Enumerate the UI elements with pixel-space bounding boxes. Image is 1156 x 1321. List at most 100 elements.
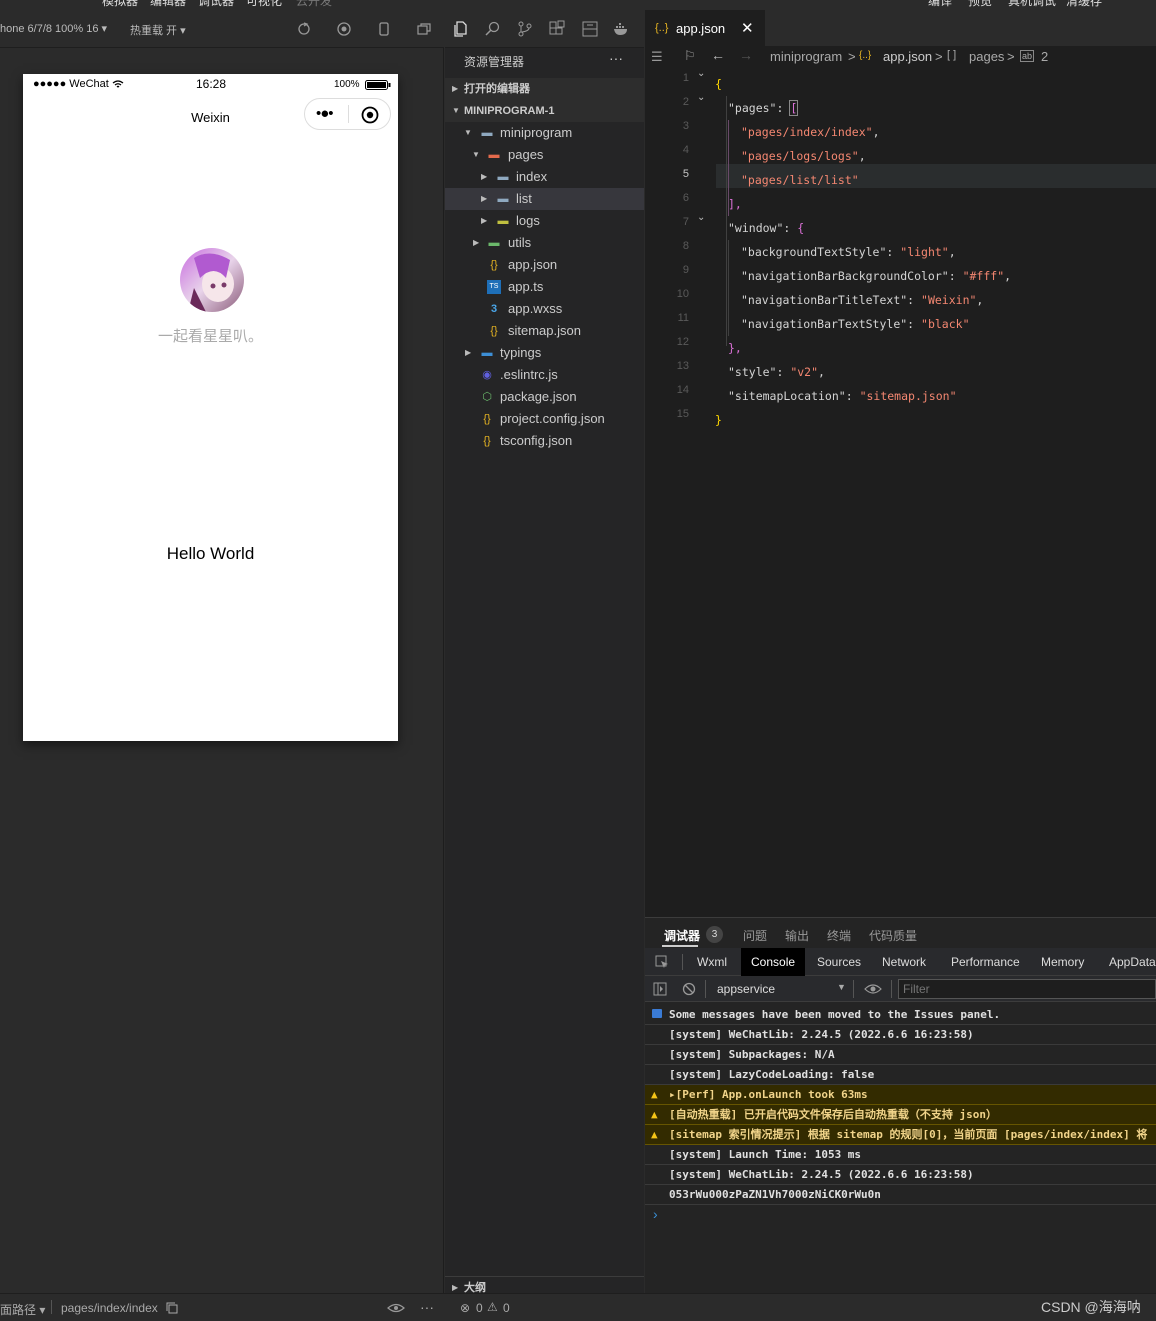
tab-sources[interactable]: Sources — [807, 948, 871, 976]
tab-appdata[interactable]: AppData — [1099, 948, 1156, 976]
tree-item-typings[interactable]: ▶ ▬ typings — [445, 342, 644, 364]
tab-debugger[interactable]: 调试器 — [664, 927, 700, 944]
bookmark-icon[interactable]: ⚐ — [684, 48, 696, 64]
storage-icon[interactable] — [581, 20, 599, 38]
menu-editor[interactable]: 编辑器 — [150, 0, 186, 9]
eye-icon[interactable] — [387, 1303, 405, 1313]
copy-icon[interactable] — [166, 1302, 178, 1314]
tab-app-json[interactable]: {..} app.json ✕ — [645, 10, 765, 46]
tab-code-quality[interactable]: 代码质量 — [869, 927, 917, 944]
line-number: 7 — [682, 216, 689, 228]
tree-item-pages[interactable]: ▼ ▬ pages — [445, 144, 644, 166]
dropdown-arrow-icon[interactable]: ▼ — [837, 982, 846, 992]
tree-item-app-wxss[interactable]: 3 app.wxss — [445, 298, 644, 320]
open-editors-label: 打开的编辑器 — [464, 83, 530, 95]
inspect-icon[interactable] — [655, 955, 669, 969]
menu-cloud[interactable]: 云开发 — [296, 0, 332, 9]
folder-icon: ▬ — [488, 237, 500, 249]
menu-debugger[interactable]: 调试器 — [198, 0, 234, 9]
error-icon[interactable]: ⊗ — [460, 1301, 470, 1315]
hot-reload-toggle[interactable]: 热重载 开 ▾ — [130, 22, 186, 38]
menu-compile[interactable]: 编译 — [928, 0, 952, 9]
source-control-icon[interactable] — [516, 20, 534, 38]
node-icon: ⬡ — [482, 391, 492, 403]
line-number: 10 — [676, 288, 689, 300]
context-select[interactable]: appservice — [717, 982, 775, 996]
simulator-panel: hone 6/7/8 100% 16 ▾ 热重载 开 ▾ ●●●●● WeCha… — [0, 10, 444, 1293]
line-number: 2 — [682, 96, 689, 108]
fold-icon[interactable]: ⌄ — [697, 212, 705, 223]
warning-count[interactable]: 0 — [503, 1301, 510, 1315]
line-number: 1 — [682, 72, 689, 84]
tab-network[interactable]: Network — [872, 948, 936, 976]
list-icon[interactable]: ☰ — [651, 49, 663, 65]
tree-item-logs[interactable]: ▶ ▬ logs — [445, 210, 644, 232]
tree-item-app-json[interactable]: {} app.json — [445, 254, 644, 276]
console-prompt[interactable]: › — [653, 1206, 658, 1222]
tab-output[interactable]: 输出 — [785, 927, 809, 944]
tab-wxml[interactable]: Wxml — [687, 948, 737, 976]
menu-clear-cache[interactable]: 清缓存 — [1066, 0, 1102, 9]
eye-icon[interactable] — [864, 983, 882, 995]
line-number: 15 — [676, 408, 689, 420]
tab-problems[interactable]: 问题 — [743, 927, 767, 944]
menu-preview[interactable]: 预览 — [968, 0, 992, 9]
fold-icon[interactable]: ⌄ — [697, 68, 705, 79]
stop-icon[interactable] — [337, 22, 351, 36]
close-tab-icon[interactable]: ✕ — [741, 19, 754, 37]
line-number: 13 — [676, 360, 689, 372]
line-number: 3 — [682, 120, 689, 132]
project-section[interactable]: ▼ MINIPROGRAM-1 — [445, 100, 644, 122]
tree-item-miniprogram[interactable]: ▼ ▬ miniprogram — [445, 122, 644, 144]
tree-item-project-config[interactable]: {} project.config.json — [445, 408, 644, 430]
sidebar-toggle-icon[interactable] — [653, 982, 667, 996]
docker-icon[interactable] — [612, 20, 630, 38]
files-icon[interactable] — [452, 20, 470, 38]
warning-icon[interactable]: ⚠ — [487, 1300, 498, 1314]
page-path-toggle[interactable]: 面路径 ▾ — [0, 1301, 45, 1318]
capsule-menu[interactable]: •●• — [304, 98, 391, 130]
explorer-panel: 资源管理器 ··· ▶ 打开的编辑器 ▼ MINIPROGRAM-1 ▼ ▬ minip… — [445, 10, 644, 1294]
tab-performance[interactable]: Performance — [941, 948, 1030, 976]
line-number: 6 — [682, 192, 689, 204]
tree-item-eslintrc[interactable]: ◉ .eslintrc.js — [445, 364, 644, 386]
refresh-icon[interactable] — [297, 22, 311, 36]
line-gutter: 1 2 3 4 5 6 7 8 9 10 11 12 13 14 15 ⌄ ⌄ … — [645, 68, 715, 428]
more-dots-icon[interactable]: •●• — [316, 105, 334, 122]
open-editors-section[interactable]: ▶ 打开的编辑器 — [445, 78, 644, 100]
code-area[interactable]: { "pages": [ "pages/index/index", "pages… — [715, 68, 1156, 428]
tab-terminal[interactable]: 终端 — [827, 927, 851, 944]
search-icon[interactable] — [484, 20, 502, 38]
line-number: 14 — [676, 384, 689, 396]
tree-item-list[interactable]: ▶ ▬ list — [445, 188, 644, 210]
tree-item-tsconfig[interactable]: {} tsconfig.json — [445, 430, 644, 452]
menu-real-debug[interactable]: 真机调试 — [1008, 0, 1056, 9]
filter-input[interactable] — [898, 979, 1156, 999]
close-circle-icon[interactable] — [361, 106, 379, 124]
phone-screen: ●●●●● WeChat 16:28 100% Weixin •●• 一起看星星… — [23, 74, 398, 741]
tab-memory[interactable]: Memory — [1031, 948, 1094, 976]
explorer-more-button[interactable]: ··· — [609, 50, 623, 66]
clear-console-icon[interactable] — [682, 982, 696, 996]
fold-icon[interactable]: ⌄ — [697, 92, 705, 103]
tree-item-sitemap-json[interactable]: {} sitemap.json — [445, 320, 644, 342]
console-warning[interactable]: ▲ ▸[Perf] App.onLaunch took 63ms — [645, 1085, 1156, 1105]
avatar[interactable] — [180, 248, 244, 312]
extensions-icon[interactable] — [548, 20, 566, 38]
error-count[interactable]: 0 — [476, 1301, 483, 1315]
tree-item-package-json[interactable]: ⬡ package.json — [445, 386, 644, 408]
device-select[interactable]: hone 6/7/8 100% 16 ▾ — [0, 22, 107, 35]
tree-item-app-ts[interactable]: TS app.ts — [445, 276, 644, 298]
phone-icon[interactable] — [377, 22, 391, 36]
window-icon[interactable] — [417, 22, 431, 36]
tree-item-utils[interactable]: ▶ ▬ utils — [445, 232, 644, 254]
menu-visual[interactable]: 可视化 — [246, 0, 282, 9]
menu-simulator[interactable]: 模拟器 — [102, 0, 138, 9]
top-menu-bar: 模拟器 编辑器 调试器 可视化 云开发 编译 预览 真机调试 清缓存 — [0, 0, 1156, 10]
more-icon[interactable]: ··· — [420, 1299, 434, 1315]
tree-item-index[interactable]: ▶ ▬ index — [445, 166, 644, 188]
forward-icon[interactable]: → — [739, 47, 753, 63]
back-icon[interactable]: ← — [711, 47, 725, 63]
tab-console[interactable]: Console — [741, 948, 806, 976]
json-icon: {} — [483, 435, 491, 447]
